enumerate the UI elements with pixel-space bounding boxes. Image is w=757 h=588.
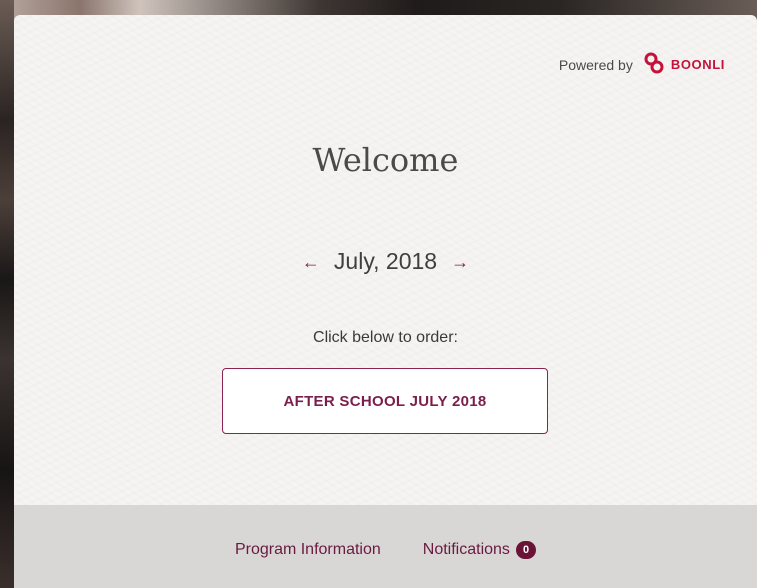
- notifications-link[interactable]: Notifications 0: [422, 541, 537, 559]
- program-information-link[interactable]: Program Information: [235, 541, 381, 559]
- boonli-logo-text: BOONLI: [670, 57, 725, 72]
- order-prompt: Click below to order:: [313, 329, 458, 346]
- powered-by: Powered by BOONLI: [559, 52, 725, 77]
- footer-links: Program Information Notifications 0: [14, 541, 757, 559]
- month-label: July, 2018: [333, 248, 438, 274]
- footer: Program Information Notifications 0: [14, 505, 757, 588]
- after-school-order-button[interactable]: AFTER SCHOOL JULY 2018: [222, 368, 548, 434]
- order-button-label: AFTER SCHOOL JULY 2018: [283, 392, 487, 410]
- powered-by-text: Powered by: [558, 56, 633, 73]
- arrow-right-icon[interactable]: →: [451, 253, 469, 271]
- arrow-left-icon[interactable]: ←: [302, 253, 320, 271]
- boonli-logo[interactable]: BOONLI: [643, 52, 725, 77]
- program-information-label: Program Information: [234, 541, 381, 558]
- background-photo-left: [0, 0, 14, 588]
- notifications-label: Notifications: [422, 541, 510, 558]
- notifications-count-badge: 0: [515, 541, 537, 559]
- page-title: Welcome: [312, 141, 459, 179]
- month-navigator: ← July, 2018 →: [14, 248, 757, 275]
- welcome-card: Powered by BOONLI Welcome ← July, 2018 →…: [14, 15, 757, 505]
- boonli-logo-icon: [643, 52, 665, 77]
